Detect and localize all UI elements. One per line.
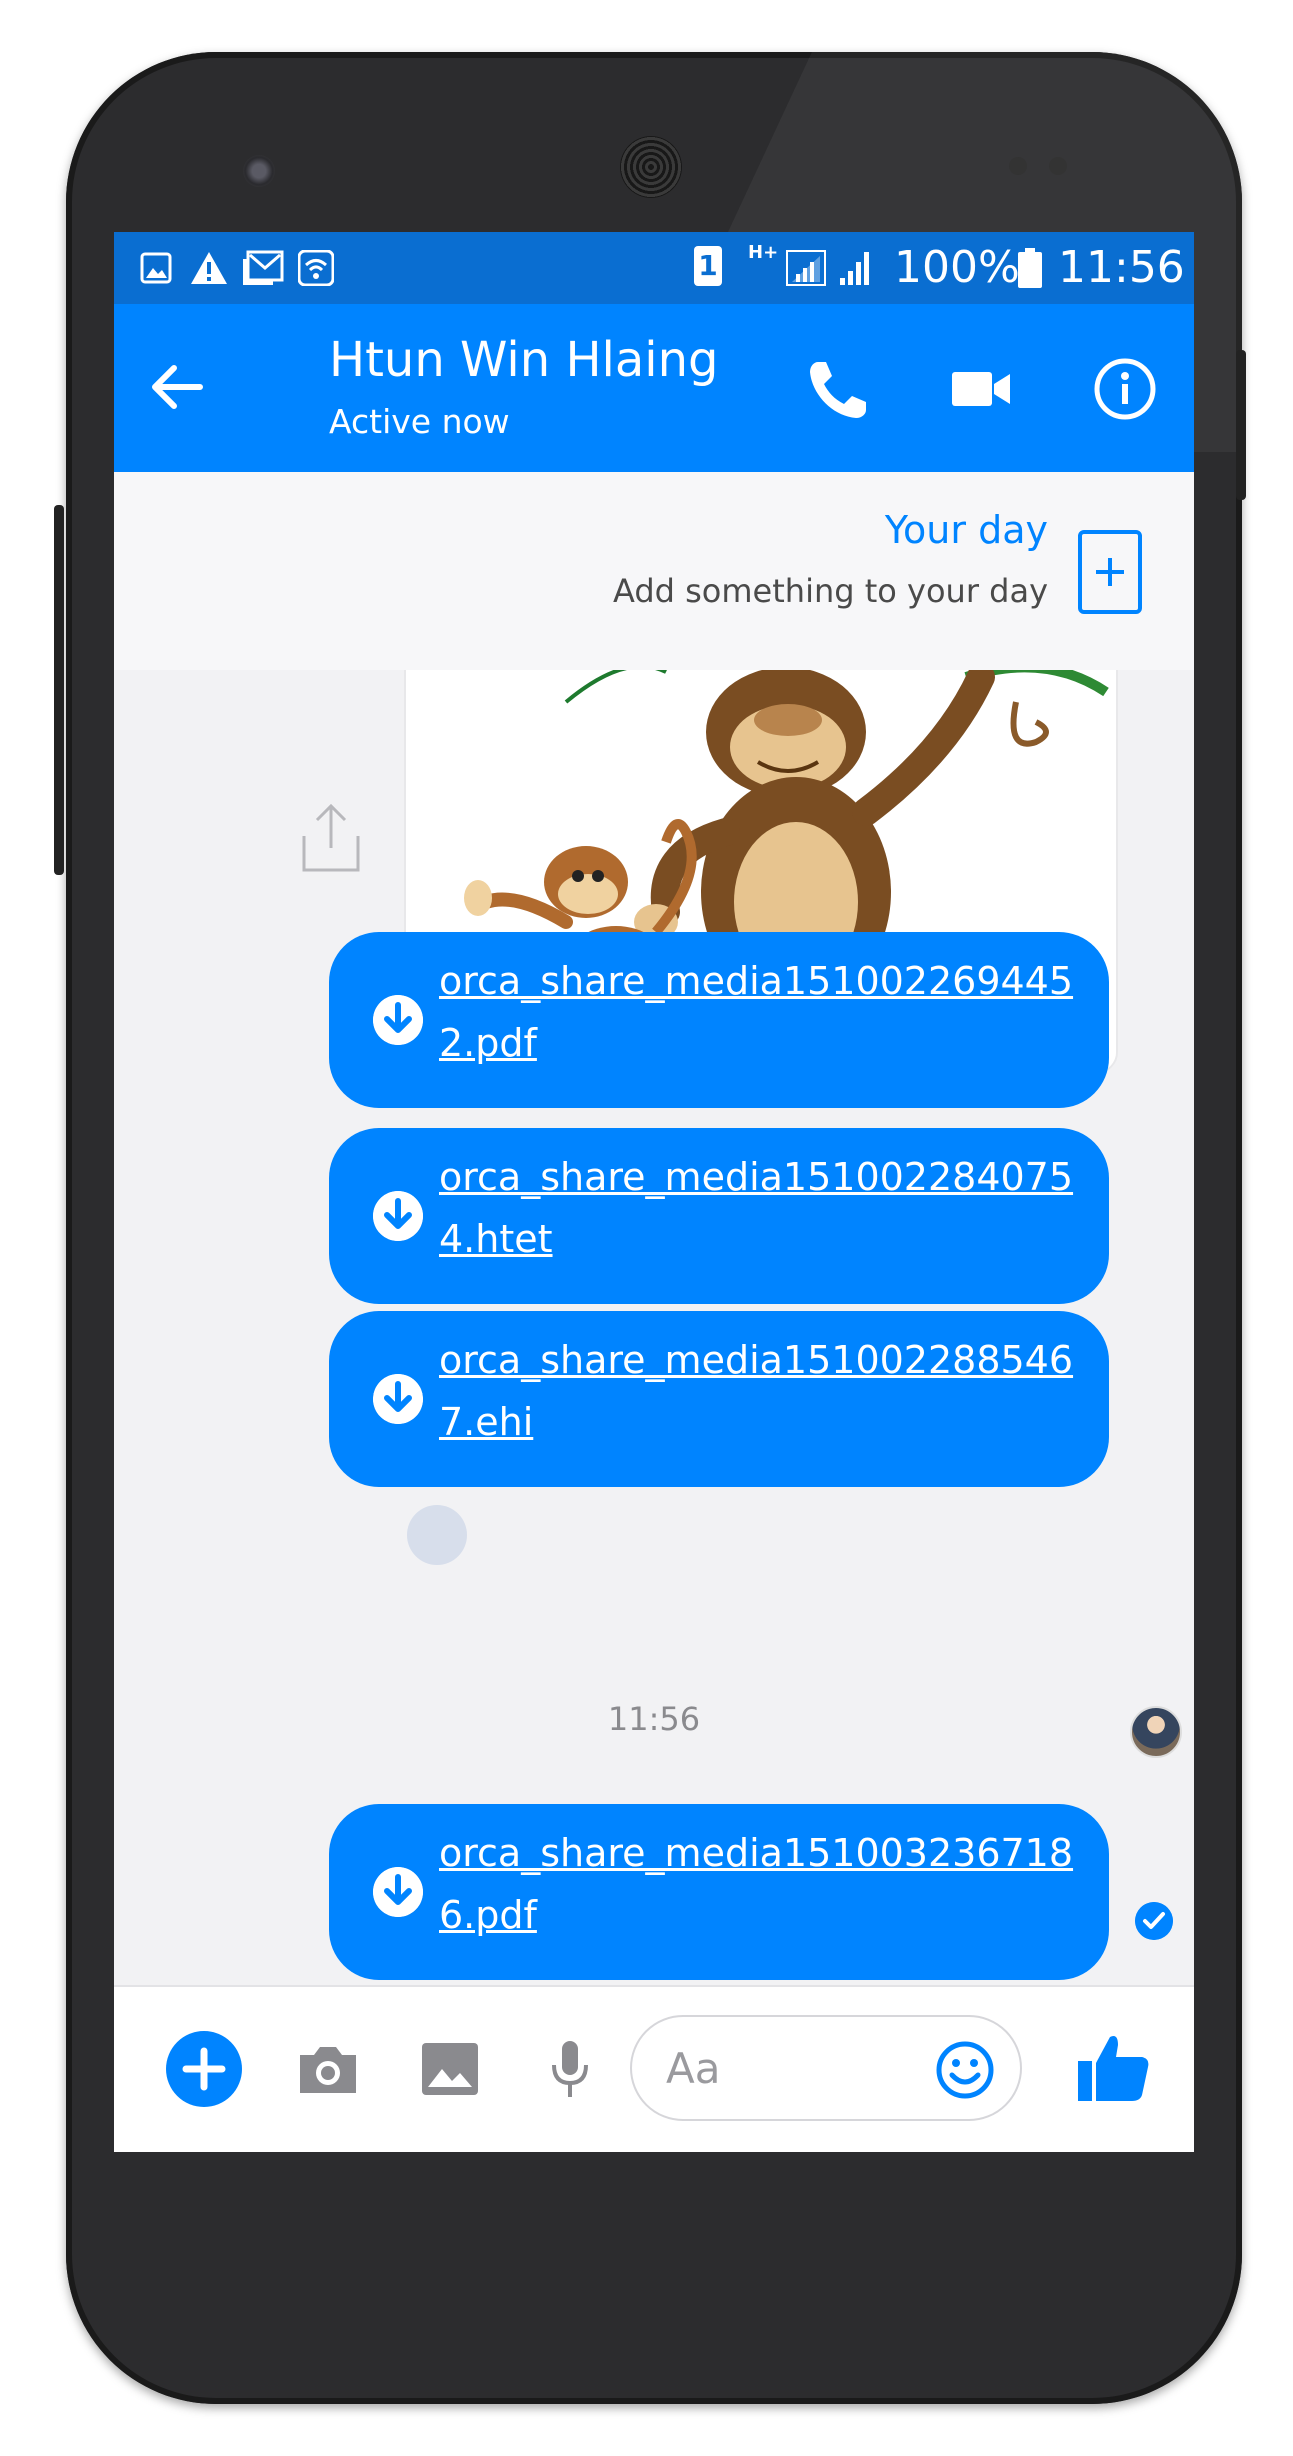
your-day-banner[interactable]: Your day Add something to your day [114,472,1194,672]
your-day-subtitle: Add something to your day [613,572,1048,610]
volume-button [54,505,64,875]
file-link[interactable]: orca_share_media1510022885467.ehi [439,1329,1079,1453]
add-story-button[interactable] [1078,530,1142,614]
touch-indicator [407,1505,467,1565]
proximity-sensor [1009,157,1027,175]
download-icon[interactable] [373,1191,423,1241]
camera-icon[interactable] [294,2035,362,2103]
earpiece-speaker [620,136,682,198]
emoji-icon[interactable] [934,2039,996,2101]
screen: 1 H+ 100% 11:56 Htun Win Hlaing Active n… [114,232,1194,2152]
power-button [1236,350,1246,500]
signal-sim2-icon [840,252,869,285]
file-message-1[interactable]: orca_share_media1510022694452.pdf [329,932,1109,1108]
share-icon[interactable] [300,800,362,874]
status-time: 11:56 [1058,242,1185,293]
image-icon[interactable] [416,2035,484,2103]
file-message-4[interactable]: orca_share_media1510032367186.pdf [329,1804,1109,1980]
file-message-3[interactable]: orca_share_media1510022885467.ehi [329,1311,1109,1487]
warning-icon [191,252,227,284]
status-bar: 1 H+ 100% 11:56 [114,232,1194,304]
signal-sim1-icon [786,250,826,286]
file-link[interactable]: orca_share_media1510022840754.htet [439,1146,1079,1270]
active-status: Active now [329,402,510,441]
front-camera [243,155,275,187]
info-icon[interactable] [1090,354,1160,424]
wifi-icon [298,250,334,286]
file-link[interactable]: orca_share_media1510032367186.pdf [439,1822,1079,1946]
battery-icon [1018,248,1042,288]
delivered-check-icon [1135,1902,1173,1940]
timestamp: 11:56 [607,1700,701,1738]
download-icon[interactable] [373,995,423,1045]
microphone-icon[interactable] [536,2035,604,2103]
plus-icon [1096,558,1124,586]
light-sensor [1049,157,1067,175]
message-input-field[interactable] [630,2015,1022,2121]
thumbs-up-icon[interactable] [1074,2027,1154,2107]
download-icon[interactable] [373,1374,423,1424]
message-composer [114,1985,1194,2152]
gallery-icon [140,252,172,284]
network-type: H+ [748,242,779,263]
message-input[interactable] [664,2039,908,2097]
back-arrow-icon[interactable] [144,354,210,420]
sim-indicator: 1 [694,246,722,286]
contact-name[interactable]: Htun Win Hlaing [329,332,719,388]
phone-icon[interactable] [804,354,874,424]
conversation-header: Htun Win Hlaing Active now [114,304,1194,472]
file-link[interactable]: orca_share_media1510022694452.pdf [439,950,1079,1074]
download-icon[interactable] [373,1867,423,1917]
gmail-icon [243,250,284,285]
file-message-2[interactable]: orca_share_media1510022840754.htet [329,1128,1109,1304]
video-camera-icon[interactable] [948,354,1018,424]
battery-percent: 100% [894,242,1020,293]
message-thread[interactable]: orca_share_media1510022694452.pdf orca_s… [114,670,1194,1985]
plus-icon[interactable] [166,2031,242,2107]
your-day-title[interactable]: Your day [885,508,1048,552]
